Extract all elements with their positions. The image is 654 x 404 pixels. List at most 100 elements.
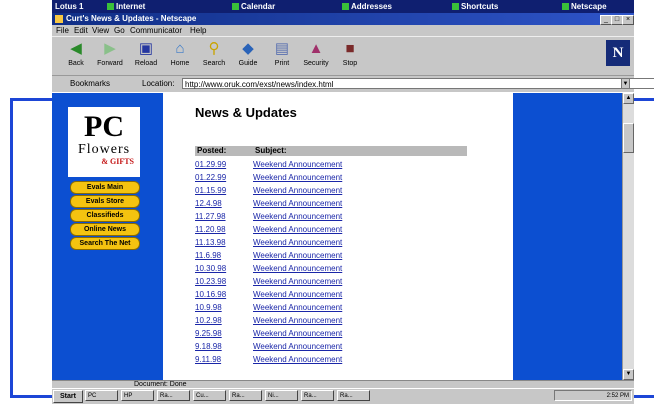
shortcut-shortcuts[interactable]: Shortcuts	[452, 0, 498, 13]
menu-help[interactable]: Help	[190, 25, 206, 36]
search-button[interactable]: ⚲ Search	[198, 39, 230, 73]
taskbar-task-button[interactable]: Ra...	[301, 390, 334, 401]
menu-view[interactable]: View	[92, 25, 109, 36]
subject-link[interactable]: Weekend Announcement	[253, 341, 342, 352]
taskbar-task-button[interactable]: Ra...	[229, 390, 262, 401]
posted-date-link[interactable]: 11.20.98	[195, 224, 250, 235]
subject-link[interactable]: Weekend Announcement	[253, 302, 342, 313]
app-icon	[55, 15, 63, 23]
nav-search-the-net[interactable]: Search The Net	[70, 237, 140, 250]
vertical-scrollbar[interactable]: ▲ ▼	[622, 93, 634, 380]
scroll-up-button[interactable]: ▲	[623, 93, 634, 104]
posted-date-link[interactable]: 10.30.98	[195, 263, 250, 274]
home-button[interactable]: ⌂ Home	[164, 39, 196, 73]
table-header: Posted: Subject:	[195, 146, 467, 156]
guide-button[interactable]: ◆ Guide	[232, 39, 264, 73]
posted-date-link[interactable]: 10.23.98	[195, 276, 250, 287]
posted-date-link[interactable]: 10.16.98	[195, 289, 250, 300]
bookmarks-button[interactable]: Bookmarks	[70, 78, 110, 89]
shortcut-calendar[interactable]: Calendar	[232, 0, 275, 13]
subject-link[interactable]: Weekend Announcement	[253, 159, 342, 170]
taskbar-task-button[interactable]: Ni...	[265, 390, 298, 401]
posted-date-link[interactable]: 9.18.98	[195, 341, 250, 352]
reload-icon: ▣	[138, 40, 154, 57]
subject-link[interactable]: Weekend Announcement	[253, 328, 342, 339]
posted-date-link[interactable]: 01.15.99	[195, 185, 250, 196]
stop-button[interactable]: ■ Stop	[334, 39, 366, 73]
posted-date-link[interactable]: 11.13.98	[195, 237, 250, 248]
page-viewport: PC Flowers & GIFTS Evals Main Evals Stor…	[52, 93, 622, 380]
home-icon: ⌂	[175, 40, 185, 57]
security-button[interactable]: ▲ Security	[300, 39, 332, 73]
posted-date-link[interactable]: 12.4.98	[195, 198, 250, 209]
nav-online-news[interactable]: Online News	[70, 223, 140, 236]
green-square-icon	[452, 3, 459, 11]
start-button[interactable]: Start	[53, 390, 83, 403]
subject-link[interactable]: Weekend Announcement	[253, 315, 342, 326]
subject-link[interactable]: Weekend Announcement	[253, 354, 342, 365]
reload-button[interactable]: ▣ Reload	[130, 39, 162, 73]
close-button[interactable]: ×	[622, 15, 634, 25]
subject-link[interactable]: Weekend Announcement	[253, 250, 342, 261]
taskbar-task-button[interactable]: Ra...	[337, 390, 370, 401]
netscape-logo: N	[606, 40, 630, 66]
scroll-thumb[interactable]	[623, 123, 634, 153]
windows-taskbar: Start PC HP Ra... Cu... Ra... Ni... Ra... Ra...…	[52, 388, 634, 404]
pc-flowers-logo[interactable]: PC Flowers & GIFTS	[68, 107, 140, 177]
nav-evals-store[interactable]: Evals Store	[70, 195, 140, 208]
top-shortcut-strip: Lotus 1 Internet Calendar Addresses Shor…	[52, 0, 634, 13]
window-titlebar: Curt's News & Updates - Netscape _ □ ×	[52, 13, 634, 25]
posted-date-link[interactable]: 9.11.98	[195, 354, 250, 365]
location-bar: Bookmarks Location: http://www.oruk.com/…	[52, 75, 654, 92]
subject-link[interactable]: Weekend Announcement	[253, 172, 342, 183]
back-arrow-icon: ◀	[70, 40, 82, 57]
posted-date-link[interactable]: 9.25.98	[195, 328, 250, 339]
green-square-icon	[232, 3, 239, 11]
system-tray: 2:52 PM	[554, 390, 632, 401]
subject-link[interactable]: Weekend Announcement	[253, 211, 342, 222]
print-button[interactable]: ▤ Print	[266, 39, 298, 73]
posted-date-link[interactable]: 10.2.98	[195, 315, 250, 326]
green-square-icon	[107, 3, 114, 11]
subject-link[interactable]: Weekend Announcement	[253, 263, 342, 274]
green-square-icon	[562, 3, 569, 11]
shortcut-addresses[interactable]: Addresses	[342, 0, 392, 13]
subject-link[interactable]: Weekend Announcement	[253, 276, 342, 287]
posted-date-link[interactable]: 11.6.98	[195, 250, 250, 261]
posted-date-link[interactable]: 10.9.98	[195, 302, 250, 313]
menu-file[interactable]: File	[56, 25, 69, 36]
url-dropdown-button[interactable]: ▼	[621, 78, 630, 89]
scroll-down-button[interactable]: ▼	[623, 369, 634, 380]
menu-edit[interactable]: Edit	[74, 25, 88, 36]
nav-evals-main[interactable]: Evals Main	[70, 181, 140, 194]
posted-date-link[interactable]: 01.22.99	[195, 172, 250, 183]
green-square-icon	[342, 3, 349, 11]
window-title: Curt's News & Updates - Netscape	[66, 14, 197, 23]
menu-communicator[interactable]: Communicator	[130, 25, 182, 36]
url-field[interactable]: http://www.oruk.com/exst/news/index.html	[182, 78, 654, 89]
back-button[interactable]: ◀ Back	[60, 39, 92, 73]
subject-link[interactable]: Weekend Announcement	[253, 289, 342, 300]
forward-arrow-icon: ▶	[104, 40, 116, 57]
taskbar-task-button[interactable]: Ra...	[157, 390, 190, 401]
shortcut-internet[interactable]: Internet	[107, 0, 145, 13]
subject-link[interactable]: Weekend Announcement	[253, 185, 342, 196]
forward-button[interactable]: ▶ Forward	[94, 39, 126, 73]
posted-date-link[interactable]: 01.29.99	[195, 159, 250, 170]
taskbar-task-button[interactable]: Cu...	[193, 390, 226, 401]
page-title: News & Updates	[195, 105, 297, 120]
subject-link[interactable]: Weekend Announcement	[253, 224, 342, 235]
taskbar-task-button[interactable]: HP	[121, 390, 154, 401]
menu-go[interactable]: Go	[114, 25, 125, 36]
subject-link[interactable]: Weekend Announcement	[253, 237, 342, 248]
security-icon: ▲	[308, 40, 324, 57]
shortcut-netscape[interactable]: Netscape	[562, 0, 607, 13]
nav-classifieds[interactable]: Classifieds	[70, 209, 140, 222]
shortcut-lotus[interactable]: Lotus 1	[55, 0, 83, 13]
stop-icon: ■	[345, 40, 355, 57]
taskbar-task-button[interactable]: PC	[85, 390, 118, 401]
posted-date-link[interactable]: 11.27.98	[195, 211, 250, 222]
search-icon: ⚲	[208, 40, 220, 57]
subject-link[interactable]: Weekend Announcement	[253, 198, 342, 209]
menu-bar: File Edit View Go Communicator Help	[52, 25, 634, 36]
